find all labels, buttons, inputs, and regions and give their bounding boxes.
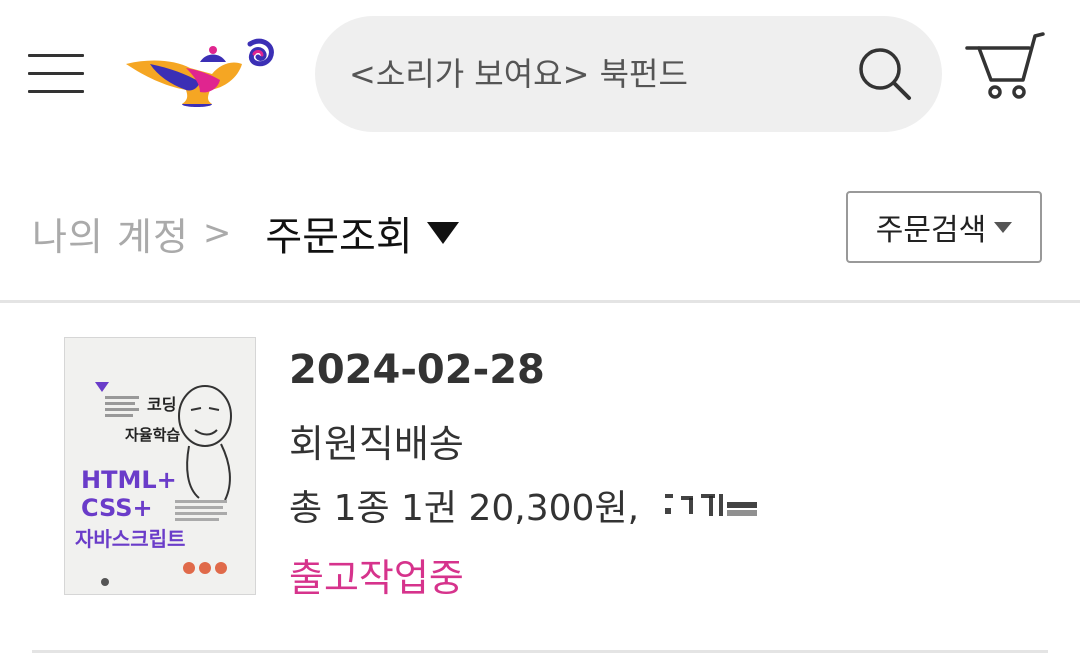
genie-lamp-logo[interactable] [120,34,280,114]
breadcrumb-current-label: 주문조회 [265,214,413,260]
order-lookup-dropdown[interactable]: 주문조회 [265,204,459,262]
order-summary-text: 총 1종 1권 20,300원, [289,488,640,529]
order-search-label: 주문검색 [875,213,987,248]
book-title-line: 코딩 [147,395,176,414]
order-date: 2024-02-28 [289,347,545,393]
caret-down-icon [426,222,459,244]
search-input[interactable] [349,46,829,102]
search-icon[interactable] [855,44,915,104]
book-cover-image: 코딩 자율학습 HTML+ CSS+ 자바스크립트 [64,337,256,595]
top-header [0,0,1080,150]
order-list-item[interactable]: 코딩 자율학습 HTML+ CSS+ 자바스크립트 2024-02-28 회원직… [32,303,1048,650]
breadcrumb-separator: > [202,213,232,253]
breadcrumb-parent-my-account[interactable]: 나의 계정 [32,206,189,261]
breadcrumb: 나의 계정 > 주문조회 [32,198,459,268]
book-title-line: 자율학습 [125,426,180,444]
search-bar [315,16,942,132]
caret-down-icon [994,221,1013,233]
cart-icon[interactable] [965,30,1045,102]
hamburger-menu-icon[interactable] [28,52,86,98]
delivery-type: 회원직배송 [289,422,464,466]
divider [32,650,1048,653]
book-title-line: 자바스크립트 [75,527,185,551]
page: 나의 계정 > 주문조회 주문검색 코딩 자율학습 [0,0,1080,655]
book-title-line: CSS+ [81,494,153,522]
redacted-payment-method [661,492,761,518]
order-search-button[interactable]: 주문검색 [846,191,1042,263]
order-summary: 총 1종 1권 20,300원, [289,479,761,531]
book-title-line: HTML+ [81,466,177,494]
order-status: 출고작업중 [289,556,464,600]
